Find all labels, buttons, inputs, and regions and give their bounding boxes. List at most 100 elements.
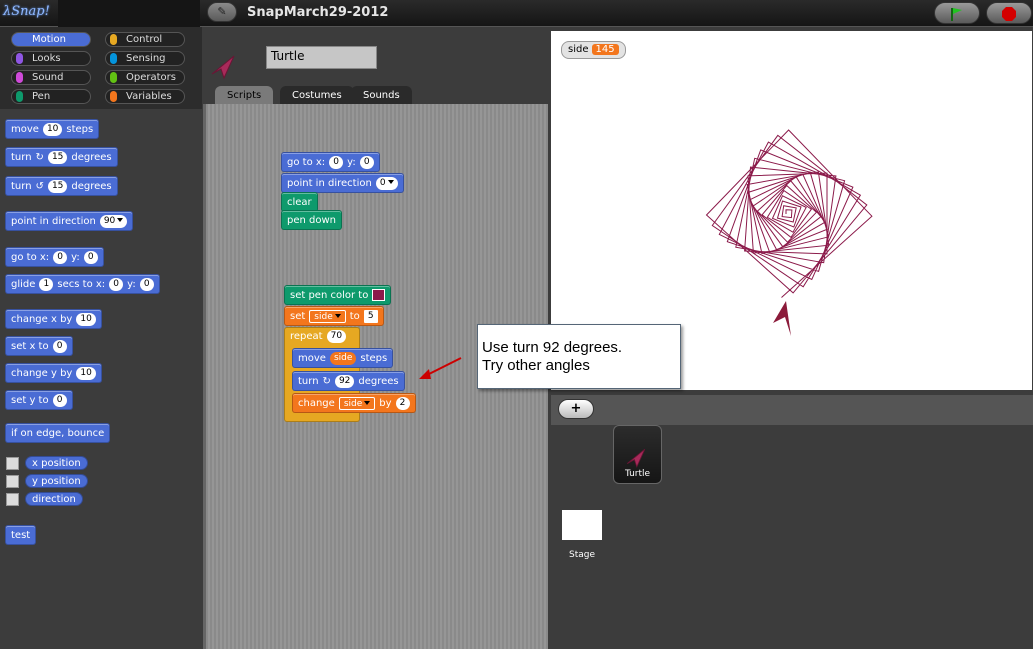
block-label: change x by — [11, 313, 73, 325]
side-variable-reporter[interactable]: side — [329, 351, 357, 365]
y-input[interactable]: 0 — [359, 155, 374, 169]
variable-watcher[interactable]: side 145 — [561, 41, 626, 59]
value-input[interactable]: 5 — [363, 309, 378, 323]
add-sprite-button[interactable]: + — [558, 399, 594, 419]
y-position-reporter[interactable]: y position — [25, 474, 88, 488]
category-sound[interactable]: Sound — [11, 70, 91, 85]
block-label: turn — [11, 180, 32, 192]
turn-clockwise-block[interactable]: turn ↻ 15 degrees — [5, 147, 118, 167]
pen-down-block[interactable]: pen down — [281, 210, 342, 230]
glide-block[interactable]: glide 1 secs to x: 0 y: 0 — [5, 274, 160, 294]
pen-color-swatch[interactable] — [372, 289, 386, 301]
category-color-dot — [16, 91, 23, 102]
point-in-direction-block[interactable]: point in direction 0 — [281, 173, 404, 193]
block-label: set pen color to — [290, 289, 369, 301]
custom-block-test[interactable]: test — [5, 525, 37, 545]
variable-dropdown[interactable]: side — [338, 396, 376, 410]
change-y-block[interactable]: change y by 10 — [5, 363, 102, 383]
degrees-input[interactable]: 92 — [334, 374, 355, 388]
degrees-input[interactable]: 15 — [47, 150, 68, 164]
block-label: degrees — [71, 180, 112, 192]
set-pen-color-block[interactable]: set pen color to — [284, 285, 392, 305]
set-y-block[interactable]: set y to 0 — [5, 390, 73, 410]
value-input[interactable]: 10 — [76, 366, 96, 380]
stage-thumbnail[interactable] — [562, 510, 602, 540]
move-block[interactable]: move 10 steps — [5, 119, 100, 139]
tab-scripts[interactable]: Scripts — [215, 86, 274, 105]
block-label: pen down — [287, 214, 336, 226]
y-input[interactable]: 0 — [139, 277, 154, 291]
set-x-block[interactable]: set x to 0 — [5, 336, 73, 356]
block-label: move — [298, 352, 326, 364]
value-input[interactable]: 0 — [52, 393, 67, 407]
y-position-checkbox[interactable] — [6, 475, 19, 488]
category-motion[interactable]: Motion — [11, 32, 91, 47]
callout-line-2: Try other angles — [482, 357, 590, 374]
set-variable-block[interactable]: set side to 5 — [284, 306, 384, 326]
turtle-sprite-icon — [626, 448, 646, 468]
sprite-name-field[interactable]: Turtle — [266, 46, 377, 69]
repeat-count-input[interactable]: 70 — [326, 330, 347, 343]
category-pen[interactable]: Pen — [11, 89, 91, 104]
value-input[interactable]: 2 — [395, 396, 410, 410]
direction-input[interactable]: 0 — [375, 176, 398, 190]
block-label: degrees — [71, 151, 112, 163]
category-label: Sensing — [126, 53, 166, 64]
block-label: steps — [360, 352, 388, 364]
block-label: point in direction — [11, 215, 96, 227]
x-input[interactable]: 0 — [53, 250, 68, 264]
block-label: repeat — [290, 331, 323, 342]
green-flag-icon — [951, 8, 962, 21]
turtle-sprite[interactable] — [773, 301, 791, 336]
category-label: Pen — [32, 91, 51, 102]
secs-input[interactable]: 1 — [39, 277, 54, 291]
x-input[interactable]: 0 — [329, 155, 344, 169]
block-label: set x to — [11, 340, 49, 352]
category-label: Motion — [32, 34, 66, 45]
category-operators[interactable]: Operators — [105, 70, 185, 85]
rotate-cw-icon: ↻ — [35, 151, 44, 163]
pencil-icon: ✎ — [217, 5, 227, 18]
clear-block[interactable]: clear — [281, 192, 318, 212]
category-sensing[interactable]: Sensing — [105, 51, 185, 66]
category-color-dot — [16, 34, 23, 45]
y-input[interactable]: 0 — [83, 250, 98, 264]
variable-dropdown[interactable]: side — [309, 309, 346, 323]
tab-costumes[interactable]: Costumes — [280, 86, 354, 105]
go-to-xy-block[interactable]: go to x: 0 y: 0 — [281, 152, 380, 172]
point-in-direction-block[interactable]: point in direction 90 — [5, 211, 134, 231]
block-label: y: — [71, 251, 80, 263]
direction-input[interactable]: 90 — [99, 214, 128, 228]
edit-project-button[interactable]: ✎ — [207, 2, 237, 22]
turn-clockwise-block[interactable]: turn ↻ 92 degrees — [292, 371, 405, 391]
change-x-block[interactable]: change x by 10 — [5, 309, 102, 329]
category-color-dot — [110, 72, 117, 83]
green-flag-button[interactable] — [934, 2, 980, 24]
sprite-thumbnail-turtle[interactable]: Turtle — [613, 425, 662, 484]
go-to-xy-block[interactable]: go to x: 0 y: 0 — [5, 247, 104, 267]
x-position-checkbox[interactable] — [6, 457, 19, 470]
x-input[interactable]: 0 — [109, 277, 124, 291]
block-label: glide — [11, 278, 36, 290]
tab-sounds[interactable]: Sounds — [351, 86, 412, 105]
value-input[interactable]: 0 — [52, 339, 67, 353]
change-variable-block[interactable]: change side by 2 — [292, 393, 416, 413]
move-block[interactable]: move side steps — [292, 348, 394, 368]
category-control[interactable]: Control — [105, 32, 185, 47]
steps-input[interactable]: 10 — [42, 122, 63, 136]
rotate-cw-icon: ↻ — [322, 375, 331, 387]
value-input[interactable]: 10 — [76, 312, 96, 326]
stop-button[interactable] — [986, 2, 1032, 24]
category-looks[interactable]: Looks — [11, 51, 91, 66]
x-position-reporter[interactable]: x position — [25, 456, 88, 470]
snap-logo[interactable]: λSnap! — [3, 4, 51, 23]
category-color-dot — [16, 53, 23, 64]
turn-counterclockwise-block[interactable]: turn ↺ 15 degrees — [5, 176, 118, 196]
bounce-block[interactable]: if on edge, bounce — [5, 423, 111, 443]
callout-line-1: Use turn 92 degrees. — [482, 339, 623, 356]
degrees-input[interactable]: 15 — [47, 179, 68, 193]
direction-checkbox[interactable] — [6, 493, 19, 506]
project-title: SnapMarch29-2012 — [247, 5, 389, 20]
category-variables[interactable]: Variables — [105, 89, 185, 104]
direction-reporter[interactable]: direction — [25, 492, 83, 506]
